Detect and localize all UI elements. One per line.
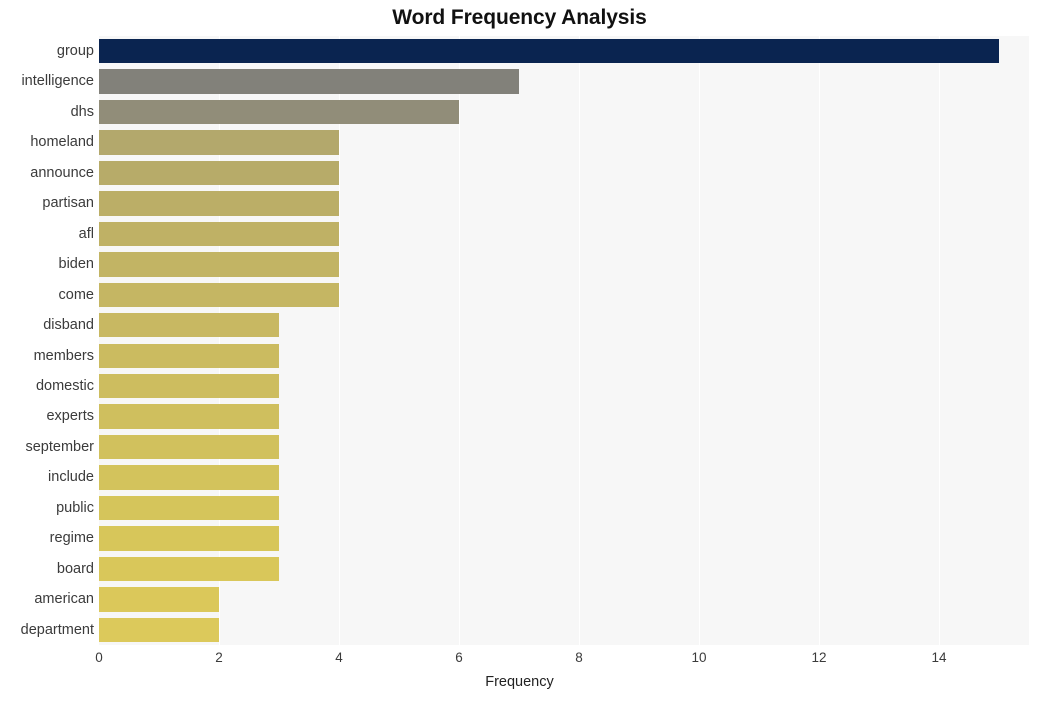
bar-row[interactable] xyxy=(99,462,1029,492)
y-axis-tick-label: members xyxy=(33,347,94,364)
bar-row[interactable] xyxy=(99,36,1029,66)
bar[interactable] xyxy=(99,587,219,612)
bar-row[interactable] xyxy=(99,127,1029,157)
bar[interactable] xyxy=(99,404,279,429)
bar[interactable] xyxy=(99,39,999,64)
x-axis-tick-label: 10 xyxy=(691,650,707,665)
word-frequency-chart: Word Frequency Analysis group intelligenc… xyxy=(0,0,1039,701)
bar[interactable] xyxy=(99,465,279,490)
y-axis-tick-label: board xyxy=(56,560,94,577)
y-axis-tick-label: announce xyxy=(30,164,94,181)
x-axis-tick-label: 0 xyxy=(95,650,103,665)
bar[interactable] xyxy=(99,221,339,247)
bar-row[interactable] xyxy=(99,66,1029,96)
y-axis-tick-label: domestic xyxy=(35,377,94,394)
y-axis-tick-label: group xyxy=(56,43,94,59)
y-axis-tick-label: partisan xyxy=(42,195,94,212)
y-axis-tick-label: american xyxy=(34,591,94,608)
bar[interactable] xyxy=(99,434,279,460)
bar[interactable] xyxy=(99,252,339,277)
bar[interactable] xyxy=(99,343,279,368)
bar-row[interactable] xyxy=(99,401,1029,431)
bar[interactable] xyxy=(99,495,279,521)
plot-area xyxy=(99,36,1029,645)
bar-row[interactable] xyxy=(99,432,1029,462)
x-axis-tick-label: 2 xyxy=(215,650,223,665)
x-axis-tick-label: 12 xyxy=(811,650,827,665)
y-axis-tick-label: include xyxy=(48,469,94,486)
bar[interactable] xyxy=(99,160,339,186)
y-axis-tick-label: dhs xyxy=(70,103,94,120)
bar[interactable] xyxy=(99,69,519,94)
bar-row[interactable] xyxy=(99,523,1029,553)
bar[interactable] xyxy=(99,99,459,125)
bar-row[interactable] xyxy=(99,97,1029,127)
y-axis-tick-label: afl xyxy=(78,225,94,242)
bar[interactable] xyxy=(99,373,279,399)
bar-row[interactable] xyxy=(99,371,1029,401)
x-axis-title: Frequency xyxy=(485,674,554,690)
bar-row[interactable] xyxy=(99,341,1029,371)
y-axis-tick-label: experts xyxy=(46,408,94,425)
bar-row[interactable] xyxy=(99,554,1029,584)
x-axis-tick-label: 14 xyxy=(931,650,947,665)
y-axis-tick-label: intelligence xyxy=(21,73,94,90)
bar[interactable] xyxy=(99,556,279,582)
bar-row[interactable] xyxy=(99,188,1029,218)
page-title: Word Frequency Analysis xyxy=(392,6,647,29)
bar-row[interactable] xyxy=(99,280,1029,310)
bars-container xyxy=(99,36,1029,645)
bar-row[interactable] xyxy=(99,615,1029,645)
bar-row[interactable] xyxy=(99,493,1029,523)
x-axis-tick-label: 6 xyxy=(455,650,463,665)
x-axis-tick-label: 8 xyxy=(575,650,583,665)
y-axis-tick-label: department xyxy=(20,621,94,638)
bar-row[interactable] xyxy=(99,584,1029,614)
y-axis-tick-label: disband xyxy=(43,317,94,334)
y-axis-tick-label: public xyxy=(56,499,94,516)
y-axis-labels: group intelligence dhs homeland announce part… xyxy=(0,36,94,645)
bar[interactable] xyxy=(99,526,279,551)
y-axis-tick-label: regime xyxy=(49,530,94,547)
bar[interactable] xyxy=(99,617,219,642)
bar[interactable] xyxy=(99,313,279,338)
y-axis-tick-label: come xyxy=(58,286,94,303)
x-axis-tick-label: 4 xyxy=(335,650,343,665)
bar-row[interactable] xyxy=(99,249,1029,279)
bar[interactable] xyxy=(99,130,339,155)
bar[interactable] xyxy=(99,282,339,308)
y-axis-tick-label: september xyxy=(25,438,94,455)
bar[interactable] xyxy=(99,191,339,216)
y-axis-tick-label: homeland xyxy=(30,134,94,151)
bar-row[interactable] xyxy=(99,158,1029,188)
bar-row[interactable] xyxy=(99,219,1029,249)
bar-row[interactable] xyxy=(99,310,1029,340)
y-axis-tick-label: biden xyxy=(58,256,94,273)
